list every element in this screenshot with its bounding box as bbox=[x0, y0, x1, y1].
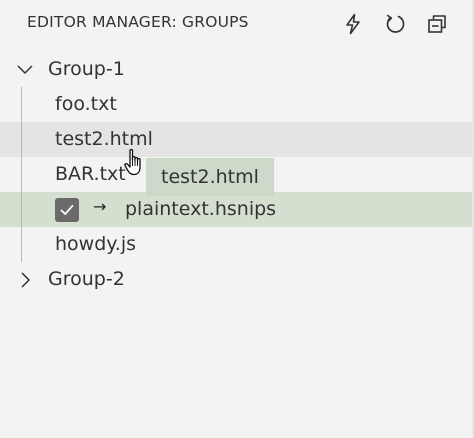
tree-item-test2-html[interactable]: test2.html bbox=[0, 122, 472, 157]
indent-guide bbox=[21, 87, 22, 262]
tree-item-howdy-js[interactable]: howdy.js bbox=[0, 227, 472, 262]
chevron-down-icon[interactable] bbox=[16, 61, 34, 79]
drag-preview: test2.html bbox=[146, 158, 274, 196]
arrow-right-icon: → bbox=[93, 197, 107, 216]
lightning-button[interactable] bbox=[338, 10, 368, 38]
tree-item-foo-txt[interactable]: foo.txt bbox=[0, 87, 472, 122]
file-label: plaintext.hsnips bbox=[125, 198, 277, 220]
chevron-right-icon[interactable] bbox=[16, 271, 34, 289]
file-label: howdy.js bbox=[55, 233, 137, 255]
refresh-icon bbox=[386, 14, 405, 33]
lightning-icon bbox=[346, 13, 360, 35]
hand-cursor-icon bbox=[124, 148, 141, 176]
refresh-button[interactable] bbox=[380, 10, 410, 38]
collapse-all-button[interactable] bbox=[422, 10, 452, 38]
tree-group-1[interactable]: Group-1 bbox=[0, 52, 472, 87]
group-label: Group-2 bbox=[48, 268, 125, 290]
panel-title: EDITOR MANAGER: GROUPS bbox=[27, 13, 249, 31]
group-label: Group-1 bbox=[48, 58, 125, 80]
file-label: foo.txt bbox=[55, 93, 117, 115]
collapse-all-icon bbox=[428, 15, 446, 33]
item-checkbox[interactable] bbox=[55, 198, 79, 222]
tree-group-2[interactable]: Group-2 bbox=[0, 262, 472, 297]
header-actions bbox=[338, 10, 452, 38]
file-label: BAR.txt bbox=[55, 163, 126, 185]
checkmark-icon bbox=[60, 204, 74, 215]
editor-manager-panel: EDITOR MANAGER: GROUPS Group-1 foo.txt t… bbox=[0, 0, 474, 438]
file-label: test2.html bbox=[55, 128, 153, 150]
tree-item-plaintext-hsnips[interactable]: → plaintext.hsnips bbox=[0, 192, 472, 227]
panel-header: EDITOR MANAGER: GROUPS bbox=[0, 0, 474, 46]
drag-preview-label: test2.html bbox=[161, 166, 259, 188]
